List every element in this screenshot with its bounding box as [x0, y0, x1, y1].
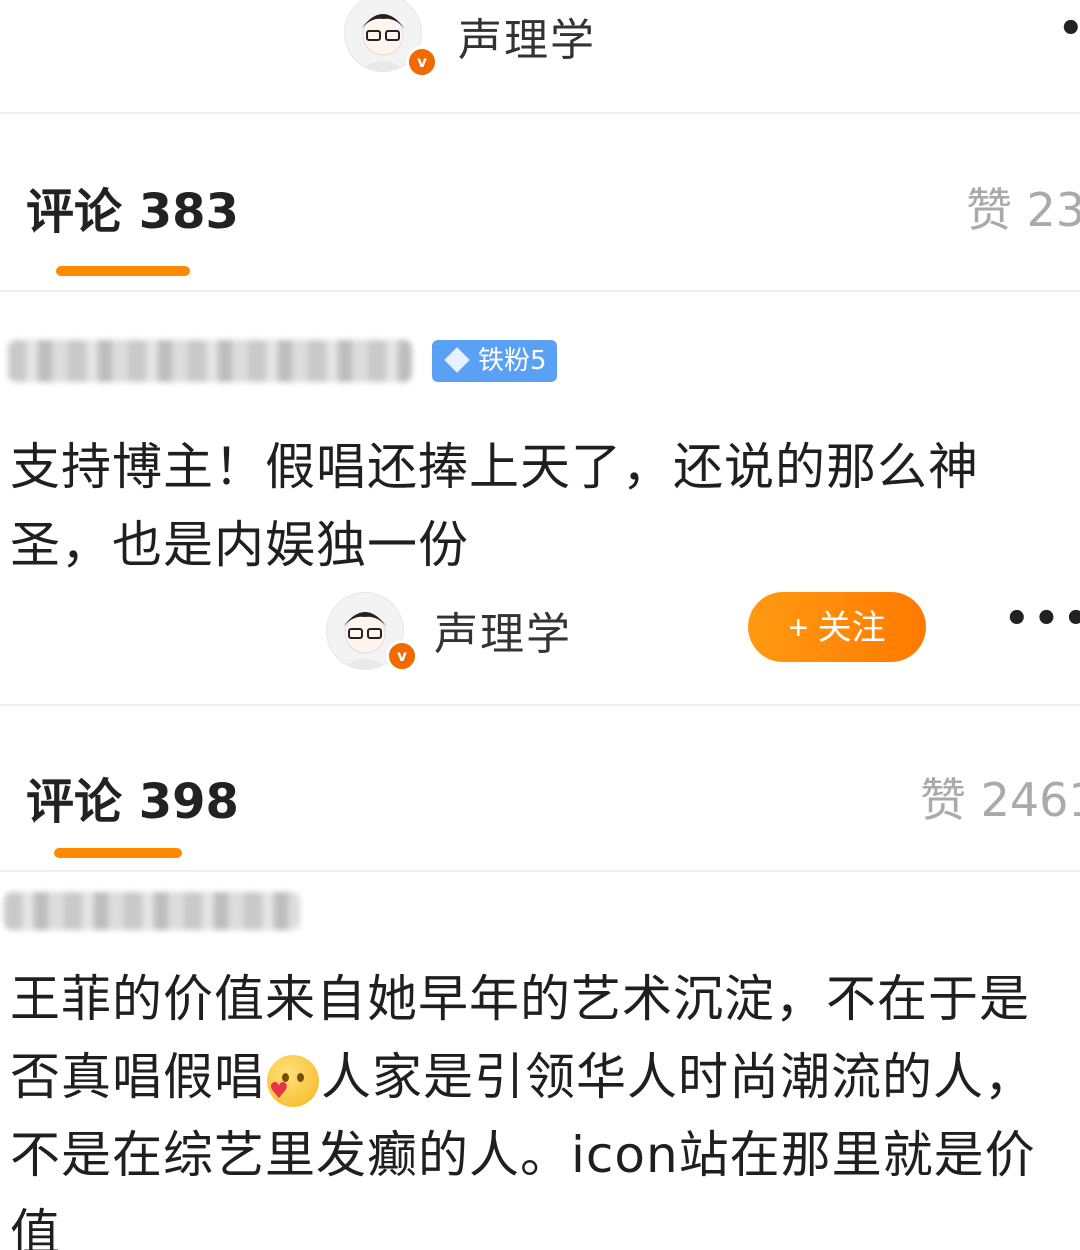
username[interactable]: 声理学 — [434, 598, 572, 662]
more-dots-icon[interactable]: • — [1058, 6, 1080, 52]
fan-level-text: 铁粉5 — [478, 346, 547, 376]
divider — [0, 870, 1080, 872]
verified-icon: v — [406, 46, 438, 78]
active-tab-indicator — [54, 848, 182, 858]
follow-button[interactable]: + 关注 — [748, 592, 926, 662]
profile-header: v 声理学 • — [0, 0, 1080, 112]
blurred-username[interactable] — [8, 340, 412, 382]
tab-comments[interactable]: 评论 383 — [26, 172, 239, 242]
comment-text: 支持博主！假唱还捧上天了，还说的那么神圣，也是内娱独一份 — [10, 438, 979, 574]
profile-header: v 声理学 + 关注 ••• — [0, 592, 1080, 704]
verified-icon: v — [386, 640, 418, 672]
more-menu-icon[interactable]: ••• — [1004, 596, 1080, 642]
active-tab-indicator — [56, 266, 190, 276]
fan-level-badge: 铁粉5 — [432, 340, 557, 382]
tab-likes[interactable]: 赞 2461 — [920, 764, 1080, 830]
tab-comments[interactable]: 评论 398 — [26, 762, 239, 832]
divider — [0, 112, 1080, 114]
divider — [0, 290, 1080, 292]
heart-icon: ♥ — [269, 1078, 290, 1104]
blurred-username[interactable] — [4, 892, 300, 930]
blush-emoji-icon: ♥ — [267, 1054, 319, 1107]
comment-text: 王菲的价值来自她早年的艺术沉淀，不在于是否真唱假唱 ♥ 人家是引领华人时尚潮流的人，… — [10, 960, 1074, 1250]
username[interactable]: 声理学 — [458, 4, 596, 68]
diamond-icon — [444, 347, 470, 373]
tab-likes[interactable]: 赞 23 — [966, 174, 1080, 240]
divider — [0, 704, 1080, 706]
screenshot-panel-1: v 声理学 • 评论 383 赞 23 铁粉5 支持博主！假唱还捧上天了，还说的… — [0, 0, 1080, 592]
screenshot-panel-2: v 声理学 + 关注 ••• 评论 398 赞 2461 王菲的价值来自她早年的… — [0, 592, 1080, 1250]
